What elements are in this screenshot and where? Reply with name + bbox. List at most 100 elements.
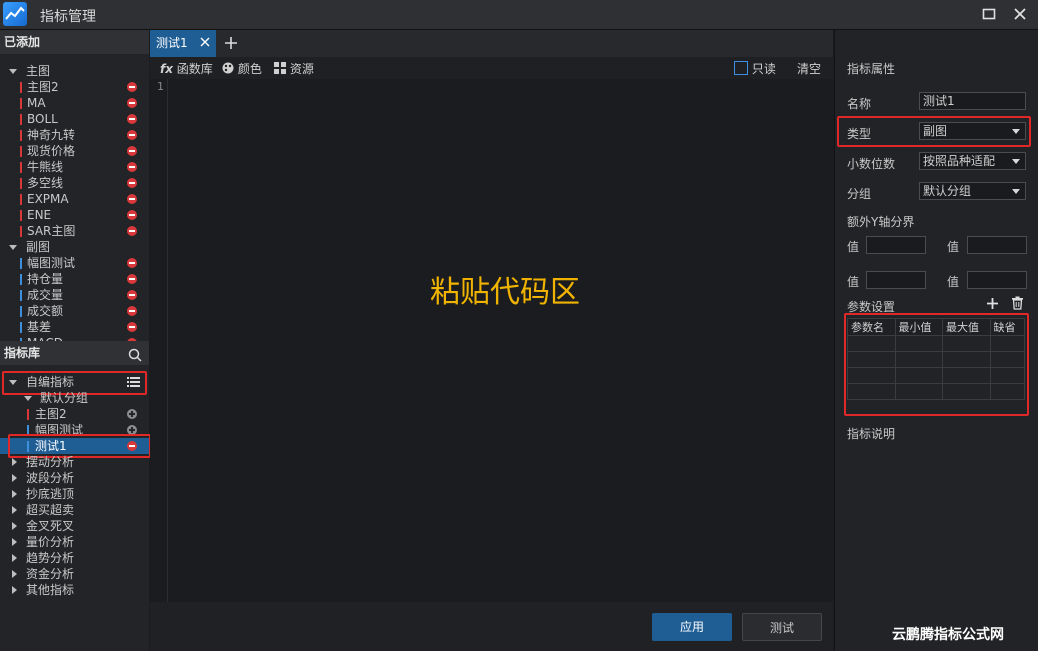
value-input[interactable] — [967, 271, 1027, 289]
editor-panel: 测试1 fx 函数库 颜色 资源 只读 清空 1 粘贴代码区 应用 测试 — [150, 30, 833, 651]
item-label: 资金分析 — [26, 567, 75, 581]
paste-code-placeholder: 粘贴代码区 — [430, 275, 580, 310]
test-button[interactable]: 测试 — [742, 613, 822, 641]
description-label: 指标说明 — [847, 427, 896, 441]
value-input[interactable] — [967, 236, 1027, 254]
expand-icon — [12, 538, 17, 546]
chevron-down-icon — [1012, 189, 1020, 194]
remove-icon[interactable] — [127, 258, 137, 268]
tab-test1[interactable]: 测试1 — [150, 30, 216, 57]
name-field[interactable]: 测试1 — [919, 92, 1026, 110]
decimals-select[interactable]: 按照品种适配 — [919, 152, 1026, 170]
expand-icon — [12, 474, 17, 482]
value-label: 值 — [947, 275, 960, 289]
close-icon[interactable] — [1009, 4, 1031, 24]
value-input[interactable] — [866, 236, 926, 254]
apply-button[interactable]: 应用 — [652, 613, 732, 641]
category-item[interactable]: 金叉死叉 — [0, 518, 149, 534]
expand-icon — [12, 554, 17, 562]
value-label: 值 — [847, 275, 860, 289]
category-item[interactable]: 量价分析 — [0, 534, 149, 550]
title-bar: 指标管理 — [0, 0, 1038, 30]
color-marker — [20, 322, 22, 333]
remove-icon[interactable] — [127, 306, 137, 316]
library-header: 指标库 — [0, 341, 149, 365]
properties-panel: 指标属性 名称 测试1 类型 副图 小数位数 按照品种适配 分组 默认分组 额外… — [834, 30, 1038, 651]
name-label: 名称 — [847, 97, 872, 111]
close-tab-icon[interactable] — [200, 30, 210, 57]
value-input[interactable] — [866, 271, 926, 289]
item-label: 金叉死叉 — [26, 519, 75, 533]
item-label: 摆动分析 — [26, 455, 75, 469]
added-item[interactable]: 成交额 — [0, 303, 149, 319]
palette-icon — [222, 62, 238, 76]
search-icon[interactable] — [128, 346, 142, 370]
color-marker — [20, 274, 22, 285]
trash-icon[interactable] — [1011, 296, 1024, 313]
item-label: 趋势分析 — [26, 551, 75, 565]
group-label: 分组 — [847, 187, 872, 201]
item-label: 基差 — [27, 320, 52, 334]
category-item[interactable]: 波段分析 — [0, 470, 149, 486]
item-label: 成交额 — [27, 304, 64, 318]
expand-icon — [12, 506, 17, 514]
category-item[interactable]: 资金分析 — [0, 566, 149, 582]
item-label: 其他指标 — [26, 583, 75, 597]
expand-icon — [12, 586, 17, 594]
add-tab-icon[interactable] — [224, 36, 238, 53]
remove-icon[interactable] — [127, 274, 137, 284]
category-item[interactable]: 超买超卖 — [0, 502, 149, 518]
category-item[interactable]: 趋势分析 — [0, 550, 149, 566]
resources-button[interactable]: 资源 — [274, 60, 314, 77]
value-label: 值 — [847, 240, 860, 254]
remove-icon[interactable] — [127, 290, 137, 300]
category-item[interactable]: 其他指标 — [0, 582, 149, 598]
chevron-down-icon — [1012, 159, 1020, 164]
category-item[interactable]: 摆动分析 — [0, 454, 149, 470]
added-item[interactable]: 持仓量 — [0, 271, 149, 287]
readonly-checkbox[interactable]: 只读 — [734, 60, 776, 77]
item-label: 持仓量 — [27, 272, 64, 286]
editor-actions: 应用 测试 — [150, 602, 833, 651]
group-select[interactable]: 默认分组 — [919, 182, 1026, 200]
properties-header: 指标属性 — [847, 62, 896, 76]
item-label: 幅图测试 — [27, 256, 76, 270]
tree-subgroup-default[interactable]: 默认分组 — [0, 390, 149, 406]
value-label: 值 — [947, 240, 960, 254]
maximize-icon[interactable] — [978, 4, 1000, 24]
category-item[interactable]: 抄底逃顶 — [0, 486, 149, 502]
item-label: 超买超卖 — [26, 503, 75, 517]
fx-icon: fx — [160, 62, 173, 76]
remove-icon[interactable] — [127, 322, 137, 332]
color-marker — [20, 306, 22, 317]
checkbox-icon — [734, 61, 748, 75]
color-button[interactable]: 颜色 — [222, 60, 262, 77]
added-item[interactable]: 成交量 — [0, 287, 149, 303]
item-label: 成交量 — [27, 288, 64, 302]
library-item[interactable]: 主图2 — [0, 406, 149, 422]
editor-toolbar: fx 函数库 颜色 资源 只读 清空 — [150, 57, 833, 79]
app-chart-icon — [3, 2, 27, 26]
add-icon[interactable] — [127, 409, 137, 419]
color-marker — [20, 290, 22, 301]
watermark: 云鹏腾指标公式网 — [892, 627, 1004, 643]
added-item[interactable]: 基差 — [0, 319, 149, 335]
tab-bar: 测试1 — [150, 30, 833, 57]
item-label: 量价分析 — [26, 535, 75, 549]
add-param-icon[interactable] — [986, 297, 999, 313]
decimals-label: 小数位数 — [847, 157, 896, 171]
highlight-box — [837, 116, 1031, 147]
clear-button[interactable]: 清空 — [797, 60, 821, 77]
code-editor[interactable]: 1 粘贴代码区 — [150, 79, 833, 602]
item-label: 波段分析 — [26, 471, 75, 485]
added-item[interactable]: 幅图测试 — [0, 255, 149, 271]
item-label: 抄底逃顶 — [26, 487, 75, 501]
highlight-box — [844, 313, 1029, 416]
functions-button[interactable]: fx 函数库 — [160, 60, 213, 77]
expand-icon — [24, 396, 32, 401]
line-gutter: 1 — [150, 79, 168, 602]
y-axis-label: 额外Y轴分界 — [847, 215, 915, 229]
expand-icon — [12, 490, 17, 498]
expand-icon — [12, 522, 17, 530]
grid-icon — [274, 62, 290, 76]
